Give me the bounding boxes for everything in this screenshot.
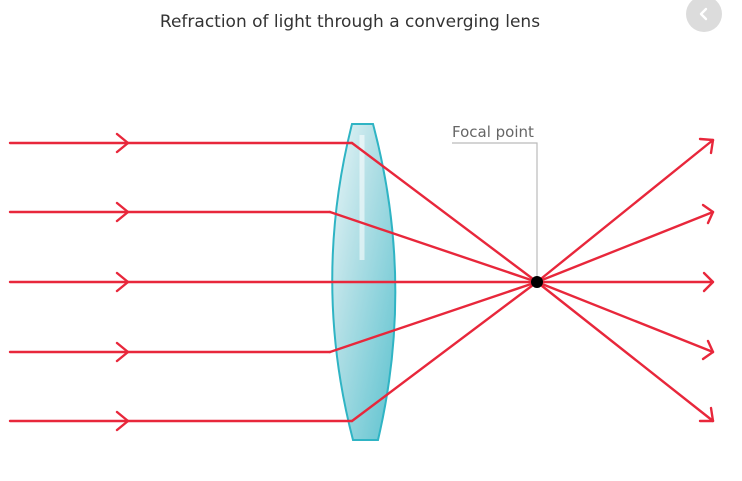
diverging-ray-4 bbox=[535, 280, 715, 354]
diverging-ray-1 bbox=[535, 138, 715, 284]
focal-leader-line bbox=[452, 142, 538, 283]
diverging-ray-2 bbox=[535, 210, 715, 284]
diverging-rays bbox=[535, 137, 715, 423]
focal-point-label: Focal point bbox=[452, 123, 534, 141]
diverging-ray-5 bbox=[535, 280, 715, 423]
incoming-rays bbox=[8, 132, 539, 432]
focal-point-dot bbox=[531, 276, 543, 288]
lens-diagram: Focal point bbox=[8, 123, 715, 441]
